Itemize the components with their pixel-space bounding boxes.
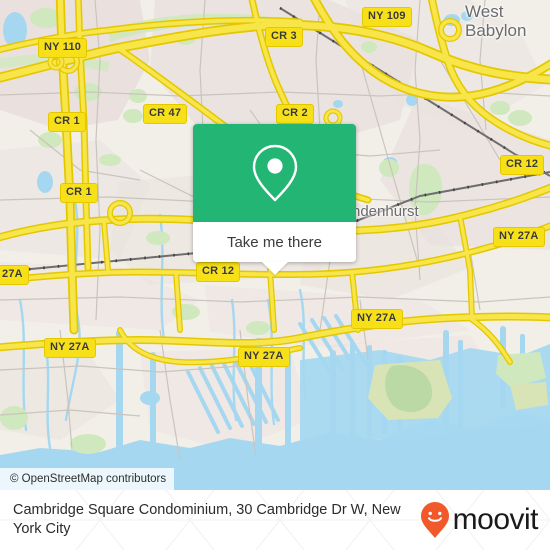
callout-pointer-tail (261, 262, 288, 275)
moovit-map-screenshot: NY 110 CR 3 NY 109 CR 47 CR 2 CR 1 CR 12 CR 1 NY… (0, 0, 550, 550)
road-shield-cr-12: CR 12 (196, 262, 241, 282)
road-shield-cr-1: CR 1 (60, 183, 98, 203)
road-shield-ny-27a: NY 27A (493, 227, 545, 247)
map-canvas[interactable]: NY 110 CR 3 NY 109 CR 47 CR 2 CR 1 CR 12 CR 1 NY… (0, 0, 550, 490)
moovit-wordmark: moovit (452, 503, 539, 536)
road-shield-ny-110: NY 110 (38, 38, 88, 58)
callout-action-area[interactable]: Take me there (193, 222, 356, 275)
place-label-west-babylon: West Babylon (465, 2, 527, 40)
road-shield-cr-2: CR 2 (276, 104, 314, 124)
osm-attribution[interactable]: © OpenStreetMap contributors (0, 468, 175, 490)
callout-pin-area (193, 124, 356, 222)
road-shield-cr-3: CR 3 (265, 27, 303, 47)
moovit-smiley-pin-icon (420, 502, 449, 538)
road-shield-ny-27a: NY 27A (44, 338, 96, 358)
moovit-logo[interactable]: moovit (420, 501, 539, 539)
road-shield-ny-109: NY 109 (362, 7, 412, 27)
road-shield-ny-27a: NY 27A (351, 309, 403, 329)
footer-bar: Cambridge Square Condominium, 30 Cambrid… (0, 490, 550, 550)
road-shield-cr-47: CR 47 (143, 104, 188, 124)
road-shield-cr-1: CR 1 (48, 112, 86, 132)
destination-callout-card[interactable]: Take me there (193, 124, 356, 275)
take-me-there-label: Take me there (226, 233, 323, 251)
place-label-ndenhurst: ndenhurst (352, 203, 419, 220)
map-pin-icon (252, 144, 297, 202)
road-shield-27a: 27A (0, 265, 29, 285)
location-description: Cambridge Square Condominium, 30 Cambrid… (13, 502, 401, 537)
road-shield-ny-27a: NY 27A (238, 347, 290, 367)
road-shield-cr-12: CR 12 (500, 155, 545, 175)
